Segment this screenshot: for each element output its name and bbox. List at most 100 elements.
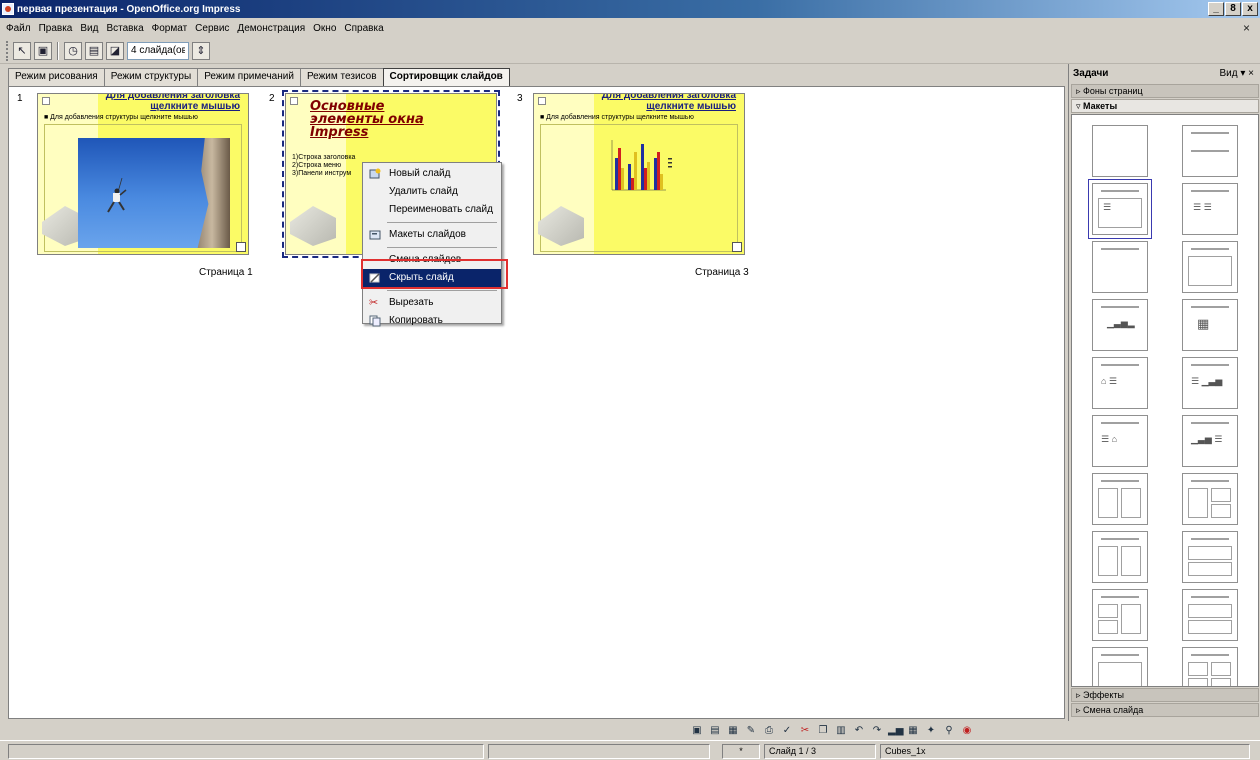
toolbar-grip-icon[interactable]: [6, 40, 10, 61]
slide-thumbnail-3[interactable]: Для добавления заголовка щелкните мышью …: [533, 93, 745, 255]
slide-show-settings-icon[interactable]: ◷: [64, 41, 82, 60]
window-controls: _ 8 x: [1208, 2, 1258, 16]
status-size: [488, 744, 710, 759]
layout-text-chart[interactable]: ☰ ▁▃▅: [1182, 357, 1238, 409]
slide-transition-icon[interactable]: ◪: [106, 41, 124, 60]
tab-slide-sorter[interactable]: Сортировщик слайдов: [382, 68, 510, 86]
layout-title-box[interactable]: [1092, 241, 1148, 293]
select-arrow-icon[interactable]: ↖: [13, 41, 31, 60]
menu-item-delete-slide[interactable]: Удалить слайд: [363, 183, 501, 201]
menu-item-slide-layouts[interactable]: Макеты слайдов: [363, 226, 501, 244]
menu-item-hide-slide[interactable]: Скрыть слайд: [363, 269, 501, 287]
menu-item-copy[interactable]: Копировать: [363, 312, 501, 330]
menu-item-cut[interactable]: ✂ Вырезать: [363, 294, 501, 312]
copy-icon: [369, 315, 381, 327]
layout-four-objects[interactable]: [1182, 647, 1238, 686]
tab-outline[interactable]: Режим структуры: [103, 68, 199, 86]
navigator-icon[interactable]: ✦: [924, 724, 938, 738]
spellcheck-icon[interactable]: ✓: [780, 724, 794, 738]
menu-view[interactable]: Вид: [76, 23, 102, 34]
menu-slideshow[interactable]: Демонстрация: [233, 23, 309, 34]
maximize-button[interactable]: 8: [1225, 2, 1241, 16]
climber-photo: [78, 138, 230, 248]
menu-item-slide-transition[interactable]: Смена слайдов: [363, 251, 501, 269]
menu-item-rename-slide[interactable]: Переименовать слайд: [363, 201, 501, 219]
slide-thumbnail-1[interactable]: Для добавления заголовка щелкните мышью …: [37, 93, 249, 255]
flag-icon: [290, 97, 298, 105]
slideshow-icon[interactable]: ▣: [34, 41, 52, 60]
layout-two-objects-over-text[interactable]: [1182, 589, 1238, 641]
menu-edit[interactable]: Правка: [35, 23, 77, 34]
context-menu: Новый слайд Удалить слайд Переименовать …: [362, 162, 502, 327]
menu-separator: [387, 290, 497, 291]
spinner-icon[interactable]: ⇕: [192, 41, 210, 60]
slide-number: 1: [17, 93, 23, 104]
open-icon[interactable]: ▤: [708, 724, 722, 738]
new-slide-icon: [369, 168, 381, 180]
impress-app-icon: [2, 3, 14, 15]
print-icon[interactable]: ⎙: [762, 724, 776, 738]
hide-slide-icon: [369, 272, 381, 284]
menu-format[interactable]: Формат: [148, 23, 192, 34]
undo-icon[interactable]: ↶: [852, 724, 866, 738]
layout-title-frame[interactable]: [1182, 241, 1238, 293]
drawing-toolbar: ▣ ▤ ▦ ✎ ⎙ ✓ ✂ ❐ ▥ ↶ ↷ ▂▅ ▦ ✦ ⚲ ◉: [690, 722, 974, 740]
layout-two-objects-text[interactable]: [1092, 589, 1148, 641]
layout-object-text[interactable]: [1092, 531, 1148, 583]
close-button[interactable]: x: [1242, 2, 1258, 16]
zoom-icon[interactable]: ⚲: [942, 724, 956, 738]
layout-text-over-object[interactable]: [1092, 647, 1148, 686]
table-icon[interactable]: ▦: [906, 724, 920, 738]
slide-title: Для добавления заголовка щелкните мышью: [105, 93, 240, 112]
layout-chart[interactable]: ▁▃▅▂: [1092, 299, 1148, 351]
menu-help[interactable]: Справка: [340, 23, 387, 34]
scissors-icon[interactable]: ✂: [798, 724, 812, 738]
layout-title-content[interactable]: ☰: [1088, 179, 1152, 239]
menu-insert[interactable]: Вставка: [102, 23, 147, 34]
menu-file[interactable]: Файл: [2, 23, 35, 34]
section-layouts[interactable]: ▿ Макеты: [1071, 99, 1259, 113]
layout-text-object[interactable]: [1092, 473, 1148, 525]
slide-sorter-area[interactable]: 1 Для добавления заголовка щелкните мышь…: [8, 86, 1065, 719]
toolbar-separator: [57, 41, 59, 60]
tab-drawing[interactable]: Режим рисования: [8, 68, 105, 86]
tab-handouts[interactable]: Режим тезисов: [299, 68, 384, 86]
layout-table[interactable]: ▦: [1182, 299, 1238, 351]
section-backgrounds[interactable]: ▹ Фоны страниц: [1071, 84, 1259, 98]
minimize-button[interactable]: _: [1208, 2, 1224, 16]
section-effects[interactable]: ▹ Эффекты: [1071, 688, 1259, 702]
layout-blank[interactable]: [1092, 125, 1148, 177]
menu-item-new-slide[interactable]: Новый слайд: [363, 165, 501, 183]
status-bar: * Слайд 1 / 3 Cubes_1x: [0, 740, 1260, 760]
slide-number: 2: [269, 93, 275, 104]
help-icon[interactable]: ◉: [960, 724, 974, 738]
copy-icon[interactable]: ❐: [816, 724, 830, 738]
layout-title-only[interactable]: [1182, 125, 1238, 177]
show-hide-slide-icon[interactable]: ▤: [85, 41, 103, 60]
page-label: Страница 1: [199, 267, 253, 278]
edit-icon[interactable]: ✎: [744, 724, 758, 738]
paste-icon[interactable]: ▥: [834, 724, 848, 738]
task-pane: Задачи Вид ▾ × ▹ Фоны страниц ▿ Макеты ☰…: [1068, 64, 1260, 721]
slide-corner-icon: [236, 242, 246, 252]
section-slide-transition[interactable]: ▹ Смена слайда: [1071, 703, 1259, 717]
tab-notes[interactable]: Режим примечаний: [197, 68, 301, 86]
menu-window[interactable]: Окно: [309, 23, 340, 34]
layout-text-two-objects[interactable]: [1182, 473, 1238, 525]
chart-icon[interactable]: ▂▅: [888, 724, 903, 738]
save-icon[interactable]: ▦: [726, 724, 740, 738]
document-close-icon[interactable]: ×: [1243, 21, 1250, 35]
view-tabs: Режим рисования Режим структуры Режим пр…: [8, 68, 510, 86]
chart-icon: ▁▃▅▂: [1107, 318, 1135, 328]
layout-object-over-text[interactable]: [1182, 531, 1238, 583]
slide-number: 3: [517, 93, 523, 104]
layout-chart-text[interactable]: ▁▃▅ ☰: [1182, 415, 1238, 467]
layout-text-clipart[interactable]: ☰ ⌂: [1092, 415, 1148, 467]
pdf-icon[interactable]: ▣: [690, 724, 704, 738]
redo-icon[interactable]: ↷: [870, 724, 884, 738]
layout-two-content[interactable]: ☰ ☰: [1182, 183, 1238, 235]
task-pane-view-menu[interactable]: Вид ▾ ×: [1219, 68, 1254, 79]
slides-per-row-field[interactable]: [127, 41, 189, 60]
menu-tools[interactable]: Сервис: [191, 23, 233, 34]
layout-clipart-text[interactable]: ⌂ ☰: [1092, 357, 1148, 409]
